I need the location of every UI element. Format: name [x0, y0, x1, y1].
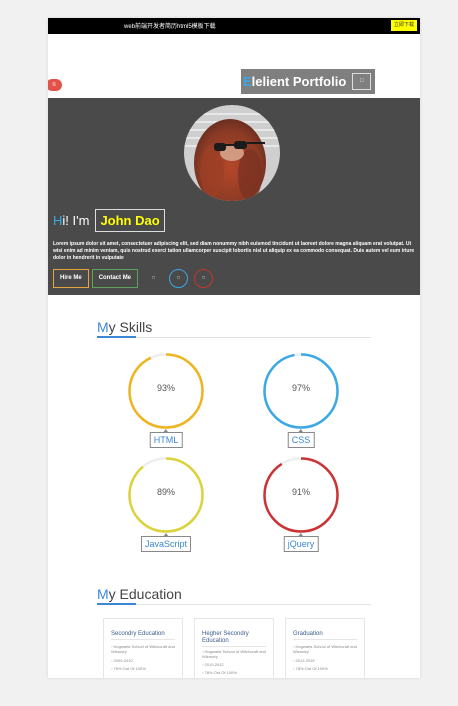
skill-jquery: 91% jQuery [263, 457, 339, 557]
education-score: ▫ 78% Out Of 100% [111, 666, 146, 671]
education-school: ▫ Hogwarts School of Witchcraft and Wiza… [293, 644, 357, 654]
social-icon[interactable]: □ [169, 269, 189, 288]
skill-javascript: 89% JavaScript [128, 457, 204, 557]
menu-icon[interactable]: ≡ [48, 79, 62, 91]
profile-photo [184, 105, 280, 201]
skills-title: My Skills [97, 319, 153, 335]
education-heading: My Education [97, 586, 371, 605]
profile-name: John Dao [95, 208, 165, 232]
download-bar: web前端开发者简历html5模板下载 立即下载 [48, 18, 420, 34]
section-divider [97, 336, 371, 338]
greeting-text: Hi! I'm [53, 212, 90, 228]
skill-percent: 91% [291, 487, 310, 497]
site-header: ≡ Elelient Portfolio □ [48, 34, 420, 98]
skill-percent: 97% [291, 383, 310, 393]
hero-section: Hi! I'm John Dao Lorem ipsum dolor sit a… [48, 98, 420, 295]
education-school: ▫ Hogwarts School of Witchcraft and Wiza… [202, 649, 266, 659]
education-card: Hegher Secondry Education ▫ Hogwarts Sch… [194, 618, 274, 678]
skill-label: CSS [287, 429, 315, 448]
education-card-title: Graduation [293, 631, 323, 637]
education-title: My Education [97, 586, 182, 602]
skills-heading: My Skills [97, 319, 371, 338]
education-school: ▫ Hogwarts School of Witchcraft and Wiza… [111, 644, 175, 654]
skill-percent: 89% [156, 487, 175, 497]
brand-logo[interactable]: Elelient Portfolio □ [241, 69, 376, 94]
education-card: Secondry Education ▫ Hogwarts School of … [103, 618, 183, 678]
skill-label: jQuery [283, 533, 319, 552]
social-icon[interactable]: □ [144, 269, 164, 288]
card-divider [293, 639, 357, 640]
education-card-title: Hegher Secondry Education [202, 631, 249, 644]
card-divider [111, 639, 175, 640]
skill-label: HTML [149, 429, 183, 448]
portfolio-page: web前端开发者简历html5模板下载 立即下载 ≡ Elelient Port… [48, 18, 420, 678]
education-card-title: Secondry Education [111, 631, 165, 637]
hero-actions: Hire Me Contact Me □ □ □ [53, 269, 216, 288]
education-years: ▫ 2012-2015 [293, 658, 315, 663]
download-button[interactable]: 立即下载 [391, 20, 417, 31]
skill-percent: 93% [156, 383, 175, 393]
education-score: ▫ 78% Out Of 100% [202, 670, 237, 675]
education-score: ▫ 78% Out Of 100% [293, 666, 328, 671]
skill-html: 93% HTML [128, 353, 204, 453]
hire-me-button[interactable]: Hire Me [53, 269, 89, 288]
brand-title: Elelient Portfolio [243, 74, 347, 89]
contact-me-button[interactable]: Contact Me [91, 269, 139, 288]
greeting: Hi! I'm John Dao [53, 208, 165, 232]
education-years: ▫ 2009-2010 [111, 658, 133, 663]
social-icon[interactable]: □ [194, 269, 214, 288]
card-divider [202, 646, 266, 647]
education-card: Graduation ▫ Hogwarts School of Witchcra… [285, 618, 365, 678]
menu-toggle-icon[interactable]: □ [352, 73, 372, 90]
intro-text: Lorem ipsum dolor sit amet, consectetuer… [53, 241, 415, 261]
section-divider [97, 603, 371, 605]
skill-label: JavaScript [140, 533, 192, 552]
download-bar-title: web前端开发者简历html5模板下载 [124, 24, 216, 30]
skill-css: 97% CSS [263, 353, 339, 453]
education-years: ▫ 2010-2012 [202, 662, 224, 667]
